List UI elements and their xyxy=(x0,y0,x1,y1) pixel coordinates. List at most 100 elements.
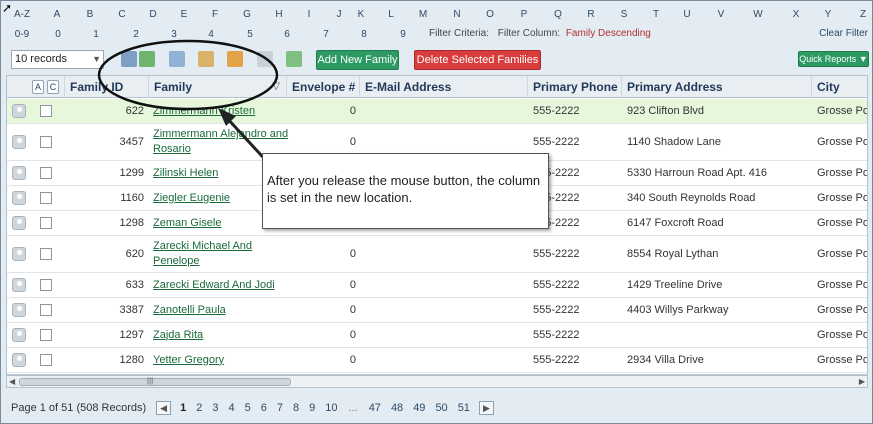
alpha-filter-r[interactable]: R xyxy=(587,9,594,20)
clear-all-toggle[interactable]: C xyxy=(47,80,59,94)
refresh-icon[interactable] xyxy=(139,51,155,67)
label-icon[interactable] xyxy=(227,51,243,67)
row-checkbox[interactable] xyxy=(40,354,52,366)
numeric-filter-1[interactable]: 1 xyxy=(93,29,99,40)
table-row[interactable]: 1297 Zajda Rita 0 555-2222 Grosse Poin xyxy=(7,323,867,348)
horizontal-scrollbar[interactable]: ◀ ||| ▶ xyxy=(6,375,868,388)
page-link[interactable]: 7 xyxy=(277,402,283,414)
alpha-filter-w[interactable]: W xyxy=(753,9,762,20)
column-header-email[interactable]: E-Mail Address xyxy=(359,76,527,98)
table-row[interactable]: 1280 Yetter Gregory 0 555-2222 2934 Villa Dr… xyxy=(7,348,867,373)
row-checkbox[interactable] xyxy=(40,192,52,204)
page-link[interactable]: 3 xyxy=(212,402,218,414)
clear-filter-link[interactable]: Clear Filter xyxy=(819,25,868,43)
column-header-city[interactable]: City xyxy=(811,76,867,98)
row-checkbox[interactable] xyxy=(40,217,52,229)
alpha-filter-g[interactable]: G xyxy=(243,9,251,20)
page-link[interactable]: 6 xyxy=(261,402,267,414)
alpha-filter-u[interactable]: U xyxy=(683,9,690,20)
numeric-filter-4[interactable]: 4 xyxy=(208,29,214,40)
export-icon[interactable] xyxy=(121,51,137,67)
person-icon[interactable] xyxy=(12,353,26,367)
row-checkbox[interactable] xyxy=(40,105,52,117)
row-checkbox[interactable] xyxy=(40,248,52,260)
column-header-envelope[interactable]: Envelope # xyxy=(286,76,359,98)
table-row[interactable]: 620 Zarecki Michael And Penelope 0 555-2222… xyxy=(7,236,867,273)
page-link[interactable]: 9 xyxy=(309,402,315,414)
person-icon[interactable] xyxy=(12,247,26,261)
quick-reports-button[interactable]: Quick Reports ▼ xyxy=(798,51,869,67)
numeric-filter-0-9[interactable]: 0-9 xyxy=(15,29,29,40)
family-name-link[interactable]: Zajda Rita xyxy=(153,323,293,347)
select-all-toggle[interactable]: A xyxy=(32,80,44,94)
alpha-filter-m[interactable]: M xyxy=(419,9,427,20)
family-name-link[interactable]: Zarecki Edward And Jodi xyxy=(153,273,293,297)
family-name-link[interactable]: Zimmermann Kristen xyxy=(153,99,293,123)
person-icon[interactable] xyxy=(12,328,26,342)
alpha-filter-e[interactable]: E xyxy=(181,9,188,20)
numeric-filter-7[interactable]: 7 xyxy=(323,29,329,40)
person-icon[interactable] xyxy=(12,135,26,149)
numeric-filter-2[interactable]: 2 xyxy=(133,29,139,40)
page-link[interactable]: 1 xyxy=(180,402,186,414)
email-icon[interactable] xyxy=(198,51,214,67)
scroll-right-icon[interactable]: ▶ xyxy=(859,376,865,387)
alpha-filter-t[interactable]: T xyxy=(653,9,659,20)
alpha-filter-n[interactable]: N xyxy=(453,9,460,20)
row-checkbox[interactable] xyxy=(40,136,52,148)
numeric-filter-0[interactable]: 0 xyxy=(55,29,61,40)
numeric-filter-5[interactable]: 5 xyxy=(247,29,253,40)
scrollbar-thumb[interactable] xyxy=(19,378,291,386)
person-icon[interactable] xyxy=(12,191,26,205)
family-name-link[interactable]: Zanotelli Paula xyxy=(153,298,293,322)
alpha-filter-o[interactable]: O xyxy=(486,9,494,20)
grid-view-icon[interactable] xyxy=(169,51,185,67)
table-row[interactable]: 622 Zimmermann Kristen 0 555-2222 923 Clifto… xyxy=(7,99,867,124)
alpha-filter-x[interactable]: X xyxy=(793,9,800,20)
family-name-link[interactable]: Yetter Gregory xyxy=(153,348,293,372)
excel-icon[interactable] xyxy=(286,51,302,67)
scroll-left-icon[interactable]: ◀ xyxy=(9,376,15,387)
alpha-filter-i[interactable]: I xyxy=(308,9,311,20)
page-link[interactable]: 5 xyxy=(245,402,251,414)
page-link[interactable]: 51 xyxy=(458,402,470,414)
next-page-icon[interactable]: ▶ xyxy=(478,401,494,415)
row-checkbox[interactable] xyxy=(40,167,52,179)
alpha-filter-z[interactable]: Z xyxy=(860,9,866,20)
prev-page-icon[interactable]: ◀ xyxy=(156,401,172,415)
person-icon[interactable] xyxy=(12,104,26,118)
records-per-page-select[interactable]: 10 records ▼ xyxy=(11,50,104,69)
numeric-filter-8[interactable]: 8 xyxy=(361,29,367,40)
page-link[interactable]: 4 xyxy=(229,402,235,414)
alpha-filter-l[interactable]: L xyxy=(388,9,394,20)
alpha-filter-v[interactable]: V xyxy=(718,9,725,20)
column-header-family[interactable]: Family ▽ xyxy=(148,76,286,98)
table-row[interactable]: 633 Zarecki Edward And Jodi 0 555-2222 1429 … xyxy=(7,273,867,298)
row-checkbox[interactable] xyxy=(40,279,52,291)
delete-selected-families-button[interactable]: Delete Selected Families xyxy=(414,50,541,70)
alpha-filter-h[interactable]: H xyxy=(275,9,282,20)
page-link[interactable]: 47 xyxy=(369,402,381,414)
column-header-phone[interactable]: Primary Phone xyxy=(527,76,621,98)
page-link[interactable]: 8 xyxy=(293,402,299,414)
page-link[interactable]: 10 xyxy=(325,402,337,414)
person-icon[interactable] xyxy=(12,278,26,292)
family-name-link[interactable]: Zarecki Michael And Penelope xyxy=(153,236,293,272)
alpha-filter-j[interactable]: J xyxy=(337,9,342,20)
page-link[interactable]: 48 xyxy=(391,402,403,414)
alpha-filter-b[interactable]: B xyxy=(87,9,94,20)
alpha-filter-c[interactable]: C xyxy=(118,9,125,20)
add-new-family-button[interactable]: Add New Family xyxy=(316,50,399,70)
person-icon[interactable] xyxy=(12,303,26,317)
page-link[interactable]: 49 xyxy=(413,402,425,414)
alpha-filter-d[interactable]: D xyxy=(149,9,156,20)
column-header-address[interactable]: Primary Address xyxy=(621,76,811,98)
person-icon[interactable] xyxy=(12,216,26,230)
alpha-filter-p[interactable]: P xyxy=(521,9,528,20)
alpha-filter-a[interactable]: A xyxy=(54,9,61,20)
filter-icon[interactable] xyxy=(257,51,273,67)
numeric-filter-9[interactable]: 9 xyxy=(400,29,406,40)
row-checkbox[interactable] xyxy=(40,304,52,316)
row-checkbox[interactable] xyxy=(40,329,52,341)
alpha-filter-s[interactable]: S xyxy=(621,9,628,20)
